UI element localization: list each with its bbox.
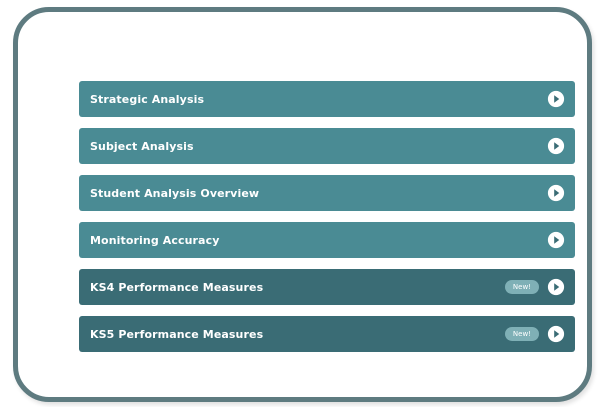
- menu-item-monitoring-accuracy[interactable]: Monitoring Accuracy: [79, 222, 575, 258]
- menu-item-label: Strategic Analysis: [90, 92, 205, 106]
- new-badge: New!: [504, 327, 539, 341]
- analysis-menu: Strategic Analysis Subject Analysis Stud…: [79, 81, 575, 363]
- play-circle-icon[interactable]: [547, 184, 565, 202]
- menu-item-label: Monitoring Accuracy: [90, 233, 220, 247]
- menu-item-right: New!: [504, 325, 565, 343]
- play-circle-icon[interactable]: [547, 325, 565, 343]
- menu-item-subject-analysis[interactable]: Subject Analysis: [79, 128, 575, 164]
- new-badge: New!: [504, 280, 539, 294]
- menu-item-strategic-analysis[interactable]: Strategic Analysis: [79, 81, 575, 117]
- menu-item-label: KS4 Performance Measures: [90, 280, 264, 294]
- menu-item-ks5-performance-measures[interactable]: KS5 Performance Measures New!: [79, 316, 575, 352]
- menu-item-label: Student Analysis Overview: [90, 186, 260, 200]
- menu-item-student-analysis-overview[interactable]: Student Analysis Overview: [79, 175, 575, 211]
- rounded-frame: Strategic Analysis Subject Analysis Stud…: [13, 7, 592, 402]
- play-circle-icon[interactable]: [547, 278, 565, 296]
- menu-item-label: KS5 Performance Measures: [90, 327, 264, 341]
- menu-item-right: [547, 231, 565, 249]
- menu-item-right: [547, 184, 565, 202]
- play-circle-icon[interactable]: [547, 231, 565, 249]
- play-circle-icon[interactable]: [547, 90, 565, 108]
- menu-item-right: New!: [504, 278, 565, 296]
- play-circle-icon[interactable]: [547, 137, 565, 155]
- menu-item-right: [547, 90, 565, 108]
- menu-item-ks4-performance-measures[interactable]: KS4 Performance Measures New!: [79, 269, 575, 305]
- menu-item-label: Subject Analysis: [90, 139, 194, 153]
- menu-item-right: [547, 137, 565, 155]
